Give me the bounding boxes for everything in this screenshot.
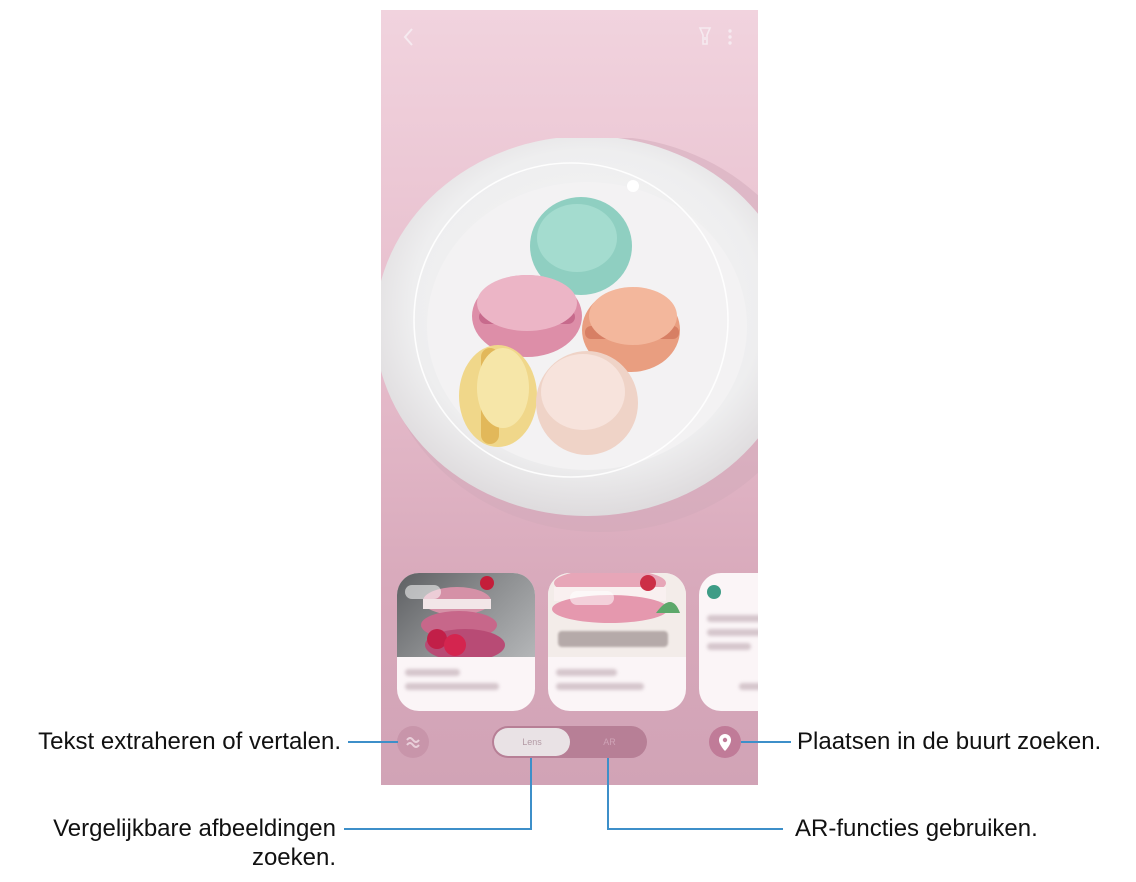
result-card[interactable] bbox=[548, 573, 686, 711]
label-ar-functions: AR-functies gebruiken. bbox=[795, 815, 1038, 842]
mode-toggle[interactable]: Lens AR bbox=[492, 726, 647, 758]
callout-line-similar-h bbox=[344, 828, 532, 830]
label-similar-line1: Vergelijkbare afbeeldingen bbox=[53, 815, 336, 842]
callout-line-text bbox=[348, 741, 398, 743]
callout-line-ar-v bbox=[607, 758, 609, 830]
phone-screen bbox=[381, 10, 758, 785]
label-text-extract: Tekst extraheren of vertalen. bbox=[38, 728, 341, 755]
callout-line-ar-h bbox=[607, 828, 783, 830]
result-card[interactable] bbox=[699, 573, 758, 711]
callout-line-places bbox=[741, 741, 791, 743]
text-extract-icon[interactable] bbox=[397, 726, 429, 758]
similar-images-carousel[interactable] bbox=[397, 573, 758, 711]
mode-lens-button[interactable]: Lens bbox=[494, 728, 570, 756]
label-similar-line2: zoeken. bbox=[251, 844, 336, 871]
back-arrow-icon[interactable] bbox=[401, 26, 417, 48]
result-source-icon bbox=[707, 585, 721, 599]
label-similar-images: Vergelijkbare afbeeldingen zoeken. bbox=[53, 814, 336, 872]
badge-blurred bbox=[405, 585, 441, 599]
badge-blurred bbox=[570, 591, 614, 605]
camera-view-macarons bbox=[381, 138, 758, 532]
flashlight-icon[interactable] bbox=[697, 25, 713, 47]
mode-ar-button[interactable]: AR bbox=[574, 728, 645, 756]
location-pin-icon[interactable] bbox=[709, 726, 741, 758]
label-places: Plaatsen in de buurt zoeken. bbox=[797, 728, 1102, 755]
callout-line-similar-v bbox=[530, 758, 532, 830]
result-card[interactable] bbox=[397, 573, 535, 711]
more-options-icon[interactable] bbox=[726, 26, 734, 48]
